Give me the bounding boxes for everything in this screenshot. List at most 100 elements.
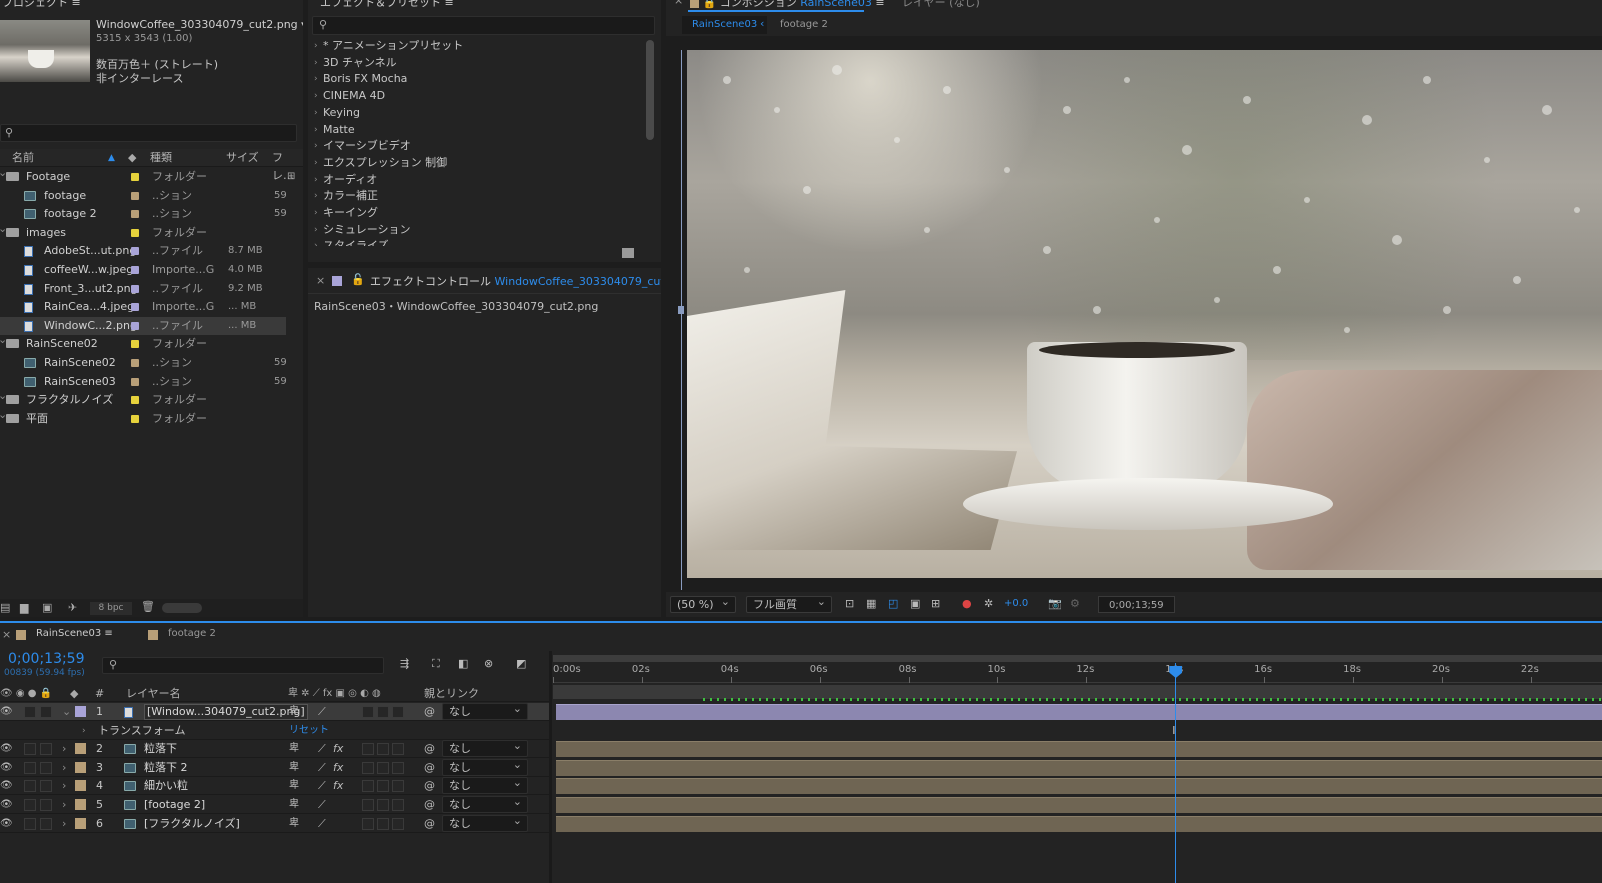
comp-mini-flowchart-icon[interactable]: ⇶	[400, 657, 409, 670]
project-item[interactable]: RainScene03 ..ション 59	[0, 373, 287, 391]
project-item[interactable]: images フォルダー ⌄	[0, 222, 286, 242]
project-item[interactable]: RainScene02 ..ション 59	[0, 354, 287, 372]
layer-label-color[interactable]	[75, 706, 86, 717]
3d-switch[interactable]	[392, 817, 404, 830]
layer-row[interactable]: 👁 › 6 [フラクタルノイズ] 卑 ⟋ @ なし	[0, 813, 549, 833]
interpret-footage-icon[interactable]: ▤	[0, 601, 10, 614]
close-icon[interactable]: ×	[316, 274, 325, 287]
channel-rgb-icon[interactable]: ●	[962, 597, 972, 610]
layer-name[interactable]: [Window...304079_cut2.png]	[144, 704, 308, 720]
chevron-down-icon[interactable]: ⌄	[0, 331, 7, 349]
effects-switch[interactable]: fx	[333, 740, 343, 758]
effects-category-item[interactable]: › オーディオ	[308, 172, 643, 188]
effects-category-item[interactable]: › 3D チャンネル	[308, 55, 643, 71]
chevron-right-icon[interactable]: ›	[314, 138, 318, 154]
playhead[interactable]	[1169, 663, 1183, 883]
adjustment-switch[interactable]	[377, 706, 389, 718]
chevron-down-icon[interactable]: ⌄	[0, 220, 7, 238]
label-color-swatch[interactable]	[131, 284, 139, 293]
parent-select[interactable]: なし	[442, 813, 528, 832]
motion-blur-icon[interactable]: ◩	[516, 657, 526, 670]
effects-category-item[interactable]: › * アニメーションプリセット	[308, 38, 643, 54]
solo-switch[interactable]	[24, 817, 36, 830]
shy-switch-icon[interactable]: 卑	[289, 815, 299, 833]
column-name[interactable]: 名前	[12, 149, 34, 167]
effects-category-item[interactable]: › エクスプレッション 制御	[308, 155, 643, 171]
shy-switch-icon[interactable]: 卑	[289, 777, 299, 795]
layer-row[interactable]: 👁 › 4 細かい粒 卑 ⟋ fx @ なし	[0, 775, 549, 796]
parent-select[interactable]: なし	[442, 775, 528, 795]
layer-label-color[interactable]	[75, 817, 86, 829]
3d-switch[interactable]	[392, 706, 404, 718]
new-folder-icon[interactable]: ▆	[20, 601, 28, 614]
chevron-right-icon[interactable]: ›	[314, 205, 318, 221]
project-item[interactable]: footage 2 ..ション 59	[0, 205, 287, 223]
solo-switch[interactable]	[24, 761, 36, 774]
layer-label-color[interactable]	[75, 780, 86, 792]
project-item[interactable]: 平面 フォルダー ⌄	[0, 408, 286, 428]
label-color-swatch[interactable]	[131, 247, 139, 256]
lock-switch[interactable]	[40, 761, 52, 774]
effects-category-item[interactable]: › イマーシブビデオ	[308, 138, 643, 154]
layer-bar[interactable]	[556, 815, 1602, 832]
chevron-right-icon[interactable]: ›	[314, 38, 318, 54]
region-of-interest-icon[interactable]: ▣	[910, 597, 920, 610]
layer-row[interactable]: 👁 › 3 粒落下 2 卑 ⟋ fx @ なし	[0, 757, 549, 777]
effects-scrollbar[interactable]	[646, 40, 654, 140]
new-preset-icon[interactable]	[622, 248, 634, 258]
layer-name[interactable]: [フラクタルノイズ]	[144, 815, 240, 833]
eye-icon[interactable]: 👁	[0, 759, 13, 777]
label-color-swatch[interactable]	[131, 303, 139, 312]
timeline-divider[interactable]	[549, 651, 552, 883]
layer-label-color[interactable]	[75, 799, 86, 810]
label-color-swatch[interactable]	[131, 228, 139, 237]
effects-switch[interactable]: fx	[333, 759, 343, 777]
label-color-swatch[interactable]	[131, 210, 139, 219]
new-comp-icon[interactable]: ▣	[42, 601, 52, 614]
effects-search-input[interactable]: ⚲	[312, 16, 655, 35]
project-item[interactable]: Footage フォルダー ⌄	[0, 166, 286, 186]
trash-icon[interactable]: 🗑	[141, 600, 155, 613]
layer-name[interactable]: [footage 2]	[144, 796, 205, 814]
layer-row[interactable]: 👁 ⌄ 1 [Window...304079_cut2.png] 卑 ⟋ @ なし	[0, 701, 549, 721]
timeline-tab-rainscene03[interactable]: RainScene03 ≡	[36, 628, 113, 639]
chevron-down-icon[interactable]: ⌄	[0, 387, 7, 405]
layer-name[interactable]: 細かい粒	[144, 777, 188, 795]
transform-reset-link[interactable]: リセット	[289, 722, 329, 740]
chevron-left-icon[interactable]: ‹	[760, 17, 764, 30]
shy-switch-icon[interactable]: 卑	[289, 759, 299, 777]
subtab-rainscene03[interactable]: RainScene03	[682, 16, 768, 34]
project-item[interactable]: footage ..ション 59	[0, 187, 287, 205]
column-layer-name[interactable]: レイヤー名	[126, 685, 181, 702]
show-snapshot-icon[interactable]: ⚙	[1070, 597, 1080, 610]
effects-category-item[interactable]: › キーイング	[308, 205, 643, 221]
eye-icon[interactable]: 👁	[0, 740, 13, 758]
chevron-right-icon[interactable]: ›	[314, 188, 318, 204]
layer-expand-icon[interactable]: ›	[62, 796, 66, 814]
project-search-input[interactable]: ⚲	[0, 124, 297, 142]
eye-icon[interactable]: 👁	[0, 796, 13, 814]
label-color-swatch[interactable]	[131, 414, 139, 423]
quality-switch-icon[interactable]: ⟋	[318, 796, 326, 814]
subtab-footage-2[interactable]: footage 2	[780, 16, 828, 34]
lock-switch[interactable]	[40, 706, 52, 718]
lock-switch[interactable]	[40, 743, 52, 756]
project-item[interactable]: RainCea...4.jpeg Importe...G ... MB	[0, 298, 286, 316]
motion-blur-switch[interactable]	[362, 799, 374, 811]
column-size[interactable]: サイズ	[226, 149, 259, 167]
label-color-swatch[interactable]	[131, 396, 139, 405]
transform-group-row[interactable]: › トランスフォーム リセット	[0, 722, 549, 740]
chevron-right-icon[interactable]: ›	[314, 155, 318, 171]
time-ruler[interactable]: 0:00s02s04s06s08s10s12s14s16s18s20s22s	[553, 663, 1602, 683]
chevron-right-icon[interactable]: ›	[314, 71, 318, 87]
draft-3d-icon[interactable]: ⛶	[432, 657, 440, 671]
lock-switch[interactable]	[40, 780, 52, 793]
zoom-select[interactable]: (50 %)	[670, 594, 736, 613]
reset-exposure-icon[interactable]: ✲	[984, 597, 993, 610]
eye-icon[interactable]: 👁	[0, 777, 13, 795]
parent-select[interactable]: なし	[442, 794, 528, 813]
project-item[interactable]: RainScene02 フォルダー ⌄	[0, 333, 286, 353]
layer-expand-icon[interactable]: ⌄	[62, 703, 71, 721]
chevron-right-icon[interactable]: ›	[314, 172, 318, 188]
chevron-down-icon[interactable]: ⌄	[0, 164, 7, 182]
